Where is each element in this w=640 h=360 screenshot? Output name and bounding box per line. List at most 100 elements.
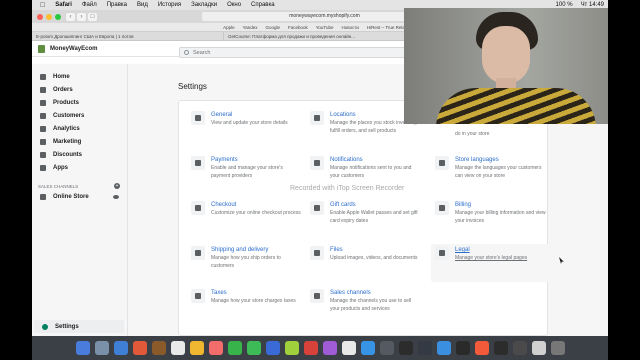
favorite-link[interactable]: Apple — [223, 25, 235, 30]
close-window-button[interactable] — [37, 13, 43, 20]
setting-title: Notifications — [330, 157, 363, 163]
setting-sales-channels[interactable]: Sales channels Manage the channels you us… — [306, 287, 424, 325]
dock-app-icon[interactable] — [227, 341, 242, 355]
dock-app-icon[interactable] — [341, 341, 356, 355]
taxes-icon — [191, 289, 205, 303]
nav-settings[interactable]: Settings — [34, 320, 124, 333]
menu-app[interactable]: Safari — [55, 2, 72, 8]
nav-analytics[interactable]: Analytics — [32, 122, 127, 135]
dock-app-icon[interactable] — [550, 341, 565, 355]
gear-icon — [191, 111, 205, 125]
gift-card-icon — [310, 201, 324, 215]
dock-app-icon[interactable] — [417, 341, 432, 355]
setting-files[interactable]: Files Upload images, videos, and document… — [306, 244, 424, 282]
favorite-link[interactable]: YouTube — [316, 25, 334, 30]
fullscreen-window-button[interactable] — [55, 13, 61, 20]
search-input[interactable]: Search — [179, 47, 409, 58]
channels-icon — [310, 289, 324, 303]
menu-view[interactable]: Вид — [137, 2, 148, 8]
setting-gift-cards[interactable]: Gift cards Enable Apple Wallet passes and… — [306, 199, 424, 237]
setting-desc: View and update your store details — [211, 120, 288, 126]
menu-help[interactable]: Справка — [251, 2, 275, 8]
dock-app-icon[interactable] — [379, 341, 394, 355]
dock-app-icon[interactable] — [75, 341, 90, 355]
dock-app-icon[interactable] — [246, 341, 261, 355]
nav-products[interactable]: Products — [32, 96, 127, 109]
favorite-link[interactable]: Новости — [341, 25, 358, 30]
apple-icon[interactable]:  — [40, 2, 45, 9]
nav-marketing[interactable]: Marketing — [32, 135, 127, 148]
nav-home[interactable]: Home — [32, 70, 127, 83]
nav-customers[interactable]: Customers — [32, 109, 127, 122]
favorite-link[interactable]: Facebook — [288, 25, 308, 30]
dock-app-icon[interactable] — [436, 341, 451, 355]
nav-label: Analytics — [53, 125, 80, 132]
back-icon[interactable]: ‹ — [66, 12, 75, 21]
setting-desc: Enable Apple Wallet passes and set gift … — [330, 210, 418, 224]
dock-app-icon[interactable] — [360, 341, 375, 355]
dock-app-icon[interactable] — [531, 341, 546, 355]
setting-shipping[interactable]: Shipping and delivery Manage how you ship… — [187, 244, 305, 282]
eye-icon[interactable] — [113, 194, 119, 199]
dock-app-icon[interactable] — [284, 341, 299, 355]
dock-app-icon[interactable] — [170, 341, 185, 355]
setting-taxes[interactable]: Taxes Manage how your store charges taxes — [187, 287, 305, 325]
menu-history[interactable]: История — [158, 2, 181, 8]
setting-title: Taxes — [211, 290, 227, 296]
person-icon — [40, 112, 46, 119]
nav-apps[interactable]: Apps — [32, 161, 127, 174]
language-icon — [435, 156, 449, 170]
setting-checkout[interactable]: Checkout Customize your online checkout p… — [187, 199, 305, 237]
setting-title: Payments — [211, 157, 238, 163]
dock-app-icon[interactable] — [303, 341, 318, 355]
setting-title: Gift cards — [330, 202, 356, 208]
paperclip-icon — [310, 246, 324, 260]
setting-general[interactable]: General View and update your store detail… — [187, 109, 305, 147]
dock-app-icon[interactable] — [132, 341, 147, 355]
dock-app-icon[interactable] — [189, 341, 204, 355]
nav-online-store[interactable]: Online Store — [32, 190, 127, 203]
screen:  Safari Файл Правка Вид История Закладк… — [0, 0, 640, 360]
dock-app-icon[interactable] — [474, 341, 489, 355]
menu-file[interactable]: Файл — [82, 2, 97, 8]
bell-icon — [310, 156, 324, 170]
setting-title: Billing — [455, 202, 472, 208]
dock-app-icon[interactable] — [398, 341, 413, 355]
dock-app-icon[interactable] — [94, 341, 109, 355]
setting-billing[interactable]: Billing Manage your billing information a… — [431, 199, 549, 237]
menu-edit[interactable]: Правка — [107, 2, 127, 8]
setting-desc: Customize your online checkout process — [211, 210, 301, 216]
forward-icon[interactable]: › — [77, 12, 86, 21]
favorite-link[interactable]: Yandex — [243, 25, 258, 30]
minimize-window-button[interactable] — [46, 13, 52, 20]
setting-payments[interactable]: Payments Enable and manage your store's p… — [187, 154, 305, 192]
setting-store-languages[interactable]: Store languages Manage the languages your… — [431, 154, 549, 192]
nav-label: Orders — [53, 86, 73, 93]
sidebar-toggle-icon[interactable]: □ — [88, 12, 97, 21]
nav-orders[interactable]: Orders — [32, 83, 127, 96]
dock-app-icon[interactable] — [113, 341, 128, 355]
favorite-link[interactable]: Google — [266, 25, 281, 30]
setting-desc: Upload images, videos, and documents — [330, 255, 418, 261]
nav-label: Home — [53, 73, 70, 80]
dock-app-icon[interactable] — [151, 341, 166, 355]
setting-desc: Manage your billing information and view… — [455, 210, 546, 224]
nav-discounts[interactable]: Discounts — [32, 148, 127, 161]
browser-tab[interactable]: E-potom Дропшиппинг США и Европа | 1 пот… — [32, 32, 224, 40]
location-pin-icon — [310, 111, 324, 125]
dock-app-icon[interactable] — [208, 341, 223, 355]
invoice-icon — [435, 201, 449, 215]
browser-tab[interactable]: GetCourse: Платформа для продажи и прове… — [224, 32, 416, 40]
nav-label: Online Store — [53, 193, 89, 200]
dock-app-icon[interactable] — [512, 341, 527, 355]
dock-app-icon[interactable] — [265, 341, 280, 355]
add-channel-icon[interactable]: + — [114, 183, 120, 189]
dock-app-icon[interactable] — [493, 341, 508, 355]
menu-window[interactable]: Окно — [227, 2, 241, 8]
nav-label: Marketing — [53, 138, 82, 145]
store-name[interactable]: MoneyWayEcom — [50, 46, 97, 52]
setting-legal[interactable]: Legal Manage your store's legal pages — [431, 244, 549, 282]
dock-app-icon[interactable] — [322, 341, 337, 355]
dock-app-icon[interactable] — [455, 341, 470, 355]
menu-bookmarks[interactable]: Закладки — [191, 2, 217, 8]
